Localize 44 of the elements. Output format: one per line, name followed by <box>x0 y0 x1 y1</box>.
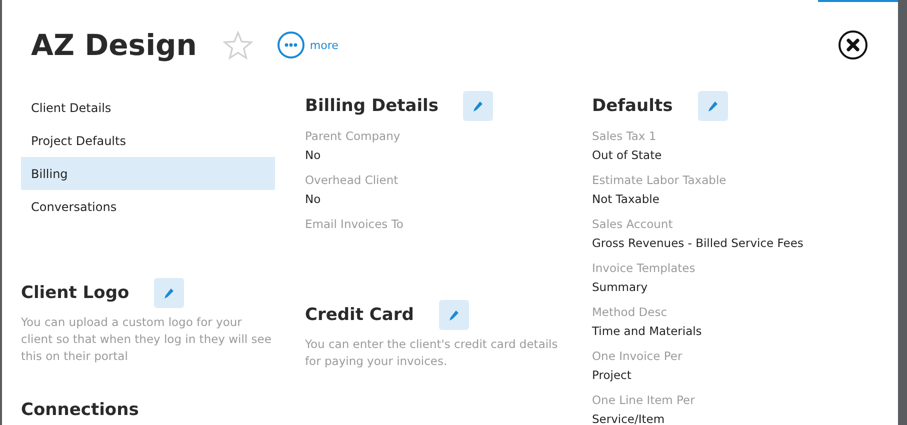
section-description: You can upload a custom logo for your client so that when they log in they will see this on their portal <box>21 314 272 365</box>
pencil-icon <box>708 100 718 112</box>
pencil-icon <box>448 310 459 320</box>
field-value: No <box>305 191 322 207</box>
edit-button[interactable] <box>438 300 469 330</box>
star-icon[interactable] <box>222 30 253 60</box>
edit-button[interactable] <box>463 91 494 121</box>
field-value: Time and Materials <box>592 323 703 339</box>
section-title: Billing Details <box>305 96 438 116</box>
field-value: Gross Revenues - Billed Service Fees <box>592 235 804 251</box>
field-label: Invoice Templates <box>592 260 696 276</box>
close-icon <box>838 30 868 60</box>
field-label: Method Desc <box>592 304 668 320</box>
more-button[interactable]: more <box>276 31 338 59</box>
client-title: AZ Design <box>31 28 197 62</box>
pencil-icon <box>164 288 174 298</box>
field-value: Service/Item <box>592 411 666 425</box>
field-label: Sales Account <box>592 216 674 232</box>
field-label: One Invoice Per <box>592 348 684 364</box>
field-value: No <box>305 147 322 163</box>
pencil-icon <box>473 100 484 112</box>
section-title: Connections <box>21 401 140 421</box>
sidebar-item[interactable]: Project Defaults <box>21 124 275 157</box>
field-label: Parent Company <box>305 128 402 144</box>
sidebar-item[interactable]: Client Details <box>21 91 275 124</box>
field-value: Not Taxable <box>592 191 660 207</box>
section-title: Client Logo <box>21 283 130 303</box>
edit-button[interactable] <box>154 278 184 308</box>
field-label: One Line Item Per <box>592 392 696 408</box>
edit-button[interactable] <box>698 91 728 121</box>
sidebar-item[interactable]: Billing <box>21 157 275 190</box>
section-title: Defaults <box>592 96 673 116</box>
field-label: Sales Tax 1 <box>592 128 658 144</box>
field-value: Summary <box>592 279 649 295</box>
section-title: Credit Card <box>305 305 414 325</box>
sidebar-item[interactable]: Conversations <box>21 190 275 223</box>
close-button[interactable] <box>838 30 868 60</box>
ellipsis-icon <box>276 31 305 59</box>
field-value: Project <box>592 367 632 383</box>
field-label: Estimate Labor Taxable <box>592 172 728 188</box>
section-description: You can enter the client's credit card details for paying your invoices. <box>305 336 559 370</box>
field-label: Email Invoices To <box>305 216 404 232</box>
field-label: Overhead Client <box>305 172 400 188</box>
field-value: Out of State <box>592 147 663 163</box>
